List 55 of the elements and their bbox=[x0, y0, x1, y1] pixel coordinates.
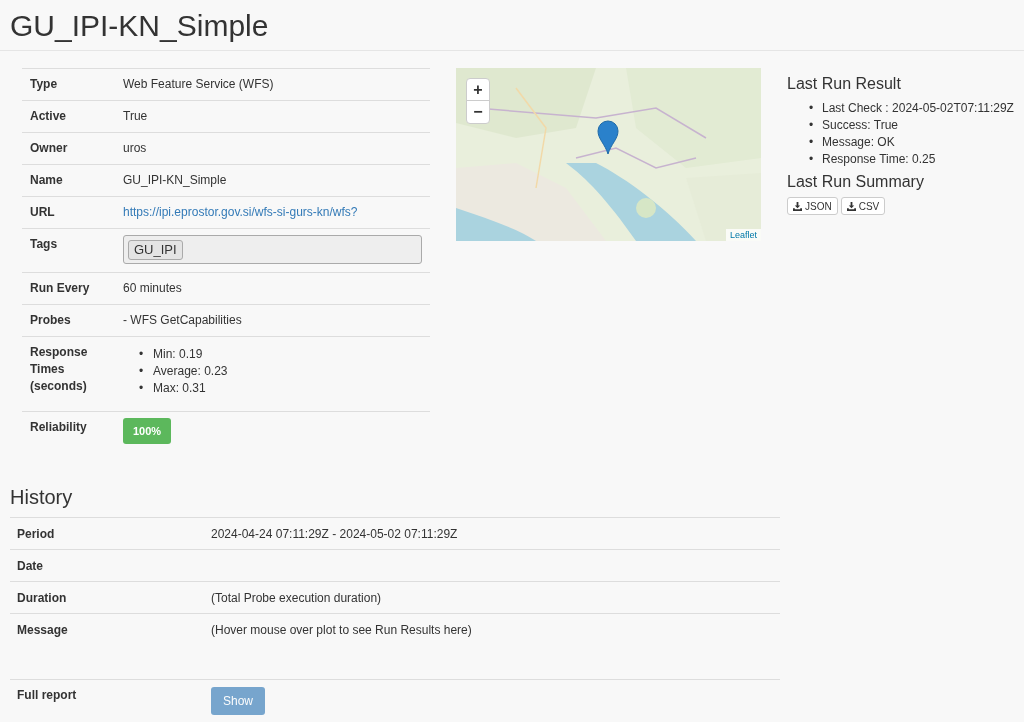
field-label: Owner bbox=[30, 140, 68, 157]
attribution-link[interactable]: Leaflet bbox=[725, 229, 761, 241]
bullet: • bbox=[139, 380, 145, 397]
field-label: Name bbox=[30, 172, 63, 189]
field-label: Run Every bbox=[30, 280, 90, 297]
tag-chip: GU_IPI bbox=[128, 239, 183, 260]
field-label: Type bbox=[30, 76, 58, 93]
history-value: (Hover mouse over plot to see Run Results here) bbox=[211, 622, 472, 639]
bullet: • bbox=[809, 134, 815, 151]
response-time-item: Average: 0.23 bbox=[153, 363, 228, 380]
field-value: 60 minutes bbox=[123, 281, 182, 295]
bullet: • bbox=[139, 363, 145, 380]
download-icon bbox=[846, 201, 856, 211]
download-icon bbox=[793, 201, 802, 211]
page-title: GU_IPI-KN_Simple bbox=[10, 8, 269, 44]
section-heading: Last Run Summary bbox=[787, 172, 924, 192]
field-label: Response Times (seconds) bbox=[30, 344, 89, 395]
bullet: • bbox=[809, 117, 815, 134]
field-label: Tags bbox=[30, 236, 58, 253]
result-item: Message: OK bbox=[822, 134, 895, 151]
field-value: GU_IPI-KN_Simple bbox=[123, 173, 227, 187]
field-value: - WFS GetCapabilities bbox=[123, 313, 242, 327]
download-button[interactable]: JSON bbox=[787, 197, 838, 215]
url-link[interactable]: https://ipi.eprostor.gov.si/wfs-si-gurs-kn/wfs? bbox=[123, 205, 358, 219]
zoom-in-button[interactable]: + bbox=[467, 79, 489, 101]
section-heading: Last Run Result bbox=[787, 74, 901, 94]
history-label: Duration bbox=[17, 591, 67, 605]
field-label: Probes bbox=[30, 312, 71, 329]
field-label: URL bbox=[30, 204, 55, 221]
bullet: • bbox=[809, 100, 815, 117]
download-button[interactable]: CSV bbox=[840, 197, 886, 215]
tags-field[interactable]: GU_IPI bbox=[123, 235, 422, 264]
field-value: uros bbox=[123, 141, 147, 155]
response-time-item: Max: 0.31 bbox=[153, 380, 206, 397]
history-heading: History bbox=[10, 485, 73, 510]
history-label: Message bbox=[17, 623, 68, 637]
response-time-item: Min: 0.19 bbox=[153, 346, 203, 363]
map-marker-icon bbox=[597, 120, 619, 154]
history-label: Period bbox=[17, 527, 55, 541]
history-value: 2024-04-24 07:11:29Z - 2024-05-02 07:11:29Z bbox=[211, 526, 458, 543]
field-label: Reliability bbox=[30, 419, 87, 436]
bullet: • bbox=[809, 151, 815, 168]
map[interactable]: + − Leaflet bbox=[456, 68, 761, 241]
history-label: Date bbox=[17, 559, 43, 573]
result-item: Response Time: 0.25 bbox=[822, 151, 936, 168]
zoom-out-button[interactable]: − bbox=[467, 101, 489, 123]
result-item: Last Check : 2024-05-02T07:11:29Z bbox=[822, 100, 1014, 117]
bullet: • bbox=[139, 346, 145, 363]
result-item: Success: True bbox=[822, 117, 899, 134]
history-label: Full report bbox=[17, 688, 77, 702]
history-value: (Total Probe execution duration) bbox=[211, 590, 382, 607]
field-label: Active bbox=[30, 108, 67, 125]
field-value: True bbox=[123, 109, 148, 123]
reliability-badge: 100% bbox=[123, 418, 172, 444]
field-value: Web Feature Service (WFS) bbox=[123, 77, 274, 91]
